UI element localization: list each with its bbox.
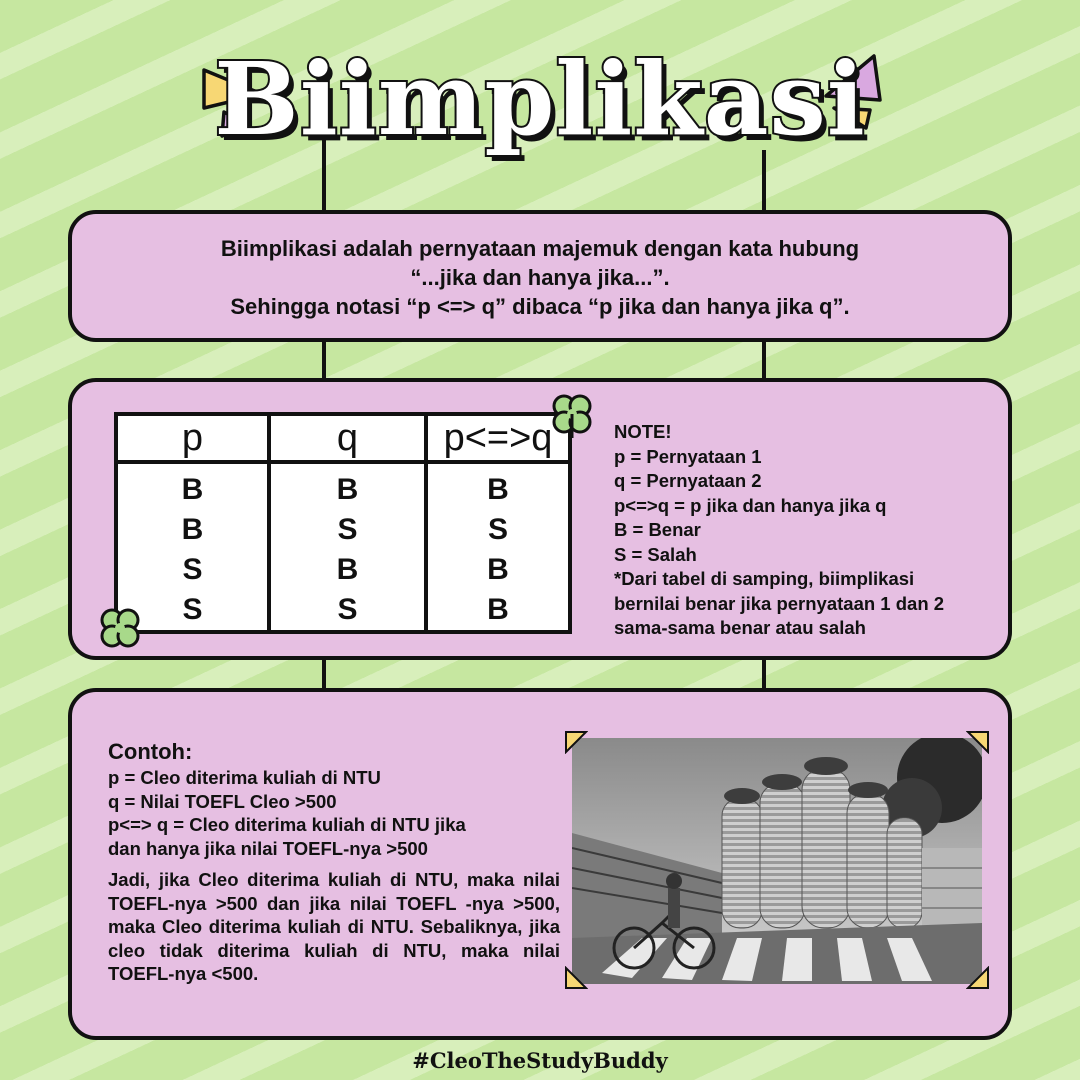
table-cell: B — [181, 473, 204, 506]
connector-right-top — [762, 150, 766, 215]
page-title: Biimplikasi — [212, 38, 867, 160]
table-cell: S — [337, 513, 358, 546]
table-column-q: q B S B S — [271, 416, 428, 630]
note-block: NOTE! p = Pernyataan 1 q = Pernyataan 2 … — [614, 420, 1014, 641]
photo-corner-top-left — [565, 731, 588, 754]
definition-line-3: Sehingga notasi “p <=> q” dibaca “p jika… — [230, 294, 850, 319]
definition-line-2: “...jika dan hanya jika...”. — [410, 265, 670, 290]
example-line: p<=> q = Cleo diterima kuliah di NTU jik… — [108, 814, 466, 835]
note-line: sama-sama benar atau salah — [614, 617, 866, 638]
note-line: S = Salah — [614, 543, 697, 565]
table-header-p: p — [118, 416, 267, 464]
table-cell: B — [487, 593, 509, 626]
clover-icon — [552, 394, 592, 438]
connector-right-mid — [762, 338, 766, 383]
table-cell: B — [336, 473, 359, 506]
table-column-pq: p<=>q B S B B — [428, 416, 568, 630]
table-cell: B — [487, 473, 509, 506]
photo-corner-bottom-left — [565, 966, 588, 989]
campus-photo — [572, 738, 982, 984]
connector-left-mid — [322, 338, 326, 383]
example-line: p = Cleo diterima kuliah di NTU — [108, 767, 381, 788]
table-header-q: q — [271, 416, 424, 464]
example-block: Contoh: p = Cleo diterima kuliah di NTU … — [108, 738, 560, 986]
table-cell: S — [182, 553, 203, 586]
table-cell: S — [487, 513, 508, 546]
example-line: q = Nilai TOEFL Cleo >500 — [108, 790, 337, 812]
photo-corner-top-right — [966, 731, 989, 754]
table-cell: B — [181, 513, 204, 546]
table-cell: S — [337, 593, 358, 626]
truth-table: p B B S S q B S B S p<=>q B S B B — [114, 412, 572, 634]
table-cell: B — [336, 553, 359, 586]
table-cell: B — [487, 553, 509, 586]
definition-panel: Biimplikasi adalah pernyataan majemuk de… — [68, 210, 1012, 342]
definition-line-1: Biimplikasi adalah pernyataan majemuk de… — [220, 236, 860, 261]
connector-left-bot — [322, 656, 326, 692]
note-line: bernilai benar jika pernyataan 1 dan 2 — [614, 592, 945, 614]
note-heading: NOTE! — [614, 421, 672, 442]
connector-right-bot — [762, 656, 766, 692]
note-line: q = Pernyataan 2 — [614, 470, 762, 491]
example-heading: Contoh: — [108, 739, 193, 764]
example-paragraph: Jadi, jika Cleo diterima kuliah di NTU, … — [108, 869, 560, 984]
photo-corner-bottom-right — [966, 966, 989, 989]
note-line: B = Benar — [614, 519, 701, 540]
table-column-p: p B B S S — [118, 416, 271, 630]
definition-text: Biimplikasi adalah pernyataan majemuk de… — [72, 234, 1008, 321]
example-line: dan hanya jika nilai TOEFL-nya >500 — [108, 837, 428, 859]
note-line: p<=>q = p jika dan hanya jika q — [614, 494, 887, 516]
note-line: *Dari tabel di samping, biimplikasi — [614, 568, 915, 589]
hashtag: #CleoTheStudyBuddy — [412, 1048, 668, 1073]
clover-icon — [100, 608, 140, 648]
note-line: p = Pernyataan 1 — [614, 445, 762, 467]
